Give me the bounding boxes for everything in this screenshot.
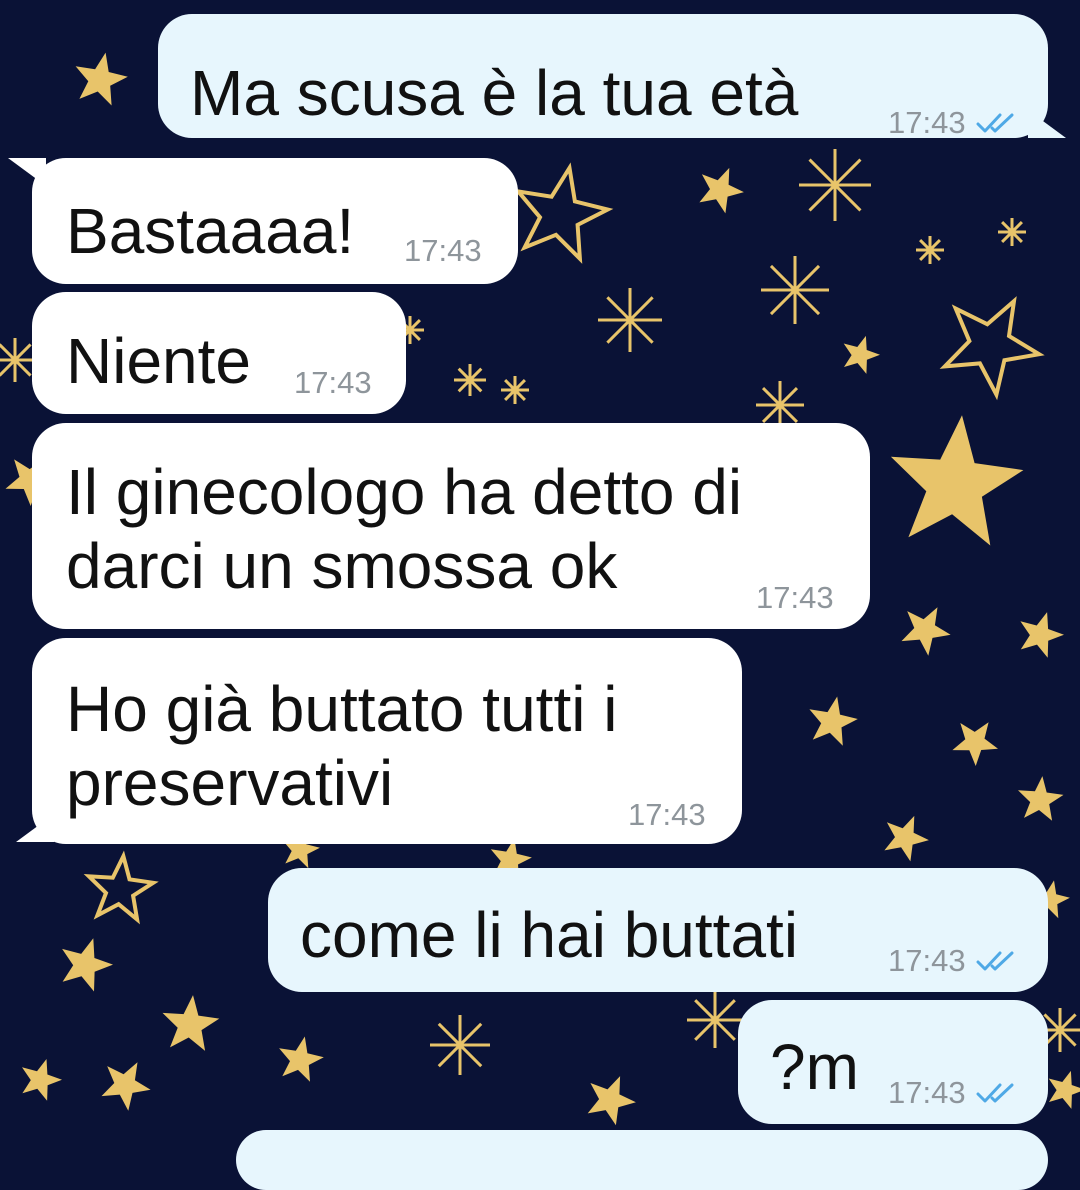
star-icon: [75, 52, 128, 106]
message-time: 17:43: [294, 365, 372, 400]
star-icon: [809, 696, 858, 746]
sparkle-icon: [687, 992, 743, 1048]
sparkle-icon: [761, 256, 829, 324]
read-double-check-icon: [976, 951, 1014, 971]
star-icon: [22, 1059, 62, 1101]
message-time: 17:43: [628, 797, 706, 832]
message-meta: 17:43: [888, 1076, 1022, 1110]
sparkle-icon: [501, 376, 529, 404]
star-icon: [939, 296, 1045, 401]
message-meta: 17:43: [404, 234, 482, 268]
star-icon: [1048, 1070, 1080, 1109]
bubble-tail: [1028, 110, 1066, 138]
message-text: Bastaaaa!: [66, 195, 355, 267]
message-text: come li hai buttati: [300, 899, 799, 971]
message-text: Ma scusa è la tua età: [190, 57, 799, 129]
message-time: 17:43: [888, 943, 966, 978]
star-icon: [513, 162, 614, 264]
partial-message-bubble[interactable]: [236, 1130, 1048, 1190]
star-icon: [587, 1076, 636, 1126]
sparkle-icon: [998, 218, 1026, 246]
message-meta: 17:43: [888, 944, 1022, 978]
star-icon: [1018, 776, 1064, 821]
sparkle-icon: [430, 1015, 490, 1075]
star-icon: [843, 335, 880, 374]
star-icon: [83, 850, 159, 925]
message-text: Niente: [66, 325, 251, 397]
sparkle-icon: [799, 149, 871, 221]
star-icon: [952, 722, 998, 766]
incoming-message-bubble[interactable]: Bastaaaa! 17:43: [8, 158, 518, 284]
star-icon: [890, 415, 1024, 546]
outgoing-message-bubble[interactable]: come li hai buttati 17:43: [268, 868, 1048, 992]
message-time: 17:43: [888, 1075, 966, 1110]
outgoing-message-bubble[interactable]: ?m 17:43: [738, 1000, 1048, 1124]
sparkle-icon: [916, 236, 944, 264]
bubble-tail: [8, 158, 46, 186]
bubble-tail: [16, 814, 54, 842]
message-meta: 17:43: [294, 366, 372, 400]
star-icon: [1020, 612, 1064, 658]
star-icon: [162, 995, 220, 1051]
message-time: 17:43: [888, 105, 966, 140]
message-meta: 17:43: [756, 581, 834, 615]
incoming-message-bubble[interactable]: Ho già buttato tutti i preservativi 17:4…: [16, 638, 742, 844]
star-icon: [101, 1062, 151, 1111]
sparkle-icon: [598, 288, 662, 352]
message-text: ?m: [770, 1031, 859, 1103]
message-meta: 17:43: [888, 106, 1022, 140]
message-time: 17:43: [756, 580, 834, 615]
incoming-message-bubble[interactable]: Niente 17:43: [32, 292, 406, 414]
star-icon: [901, 607, 951, 656]
outgoing-message-bubble[interactable]: Ma scusa è la tua età 17:43: [158, 14, 1066, 140]
message-text: Ho già buttato tutti i preservativi: [66, 673, 618, 819]
star-icon: [279, 1036, 324, 1082]
read-double-check-icon: [976, 1083, 1014, 1103]
message-meta: 17:43: [628, 798, 706, 832]
incoming-message-bubble[interactable]: Il ginecologo ha detto di darci un smoss…: [32, 423, 870, 629]
star-icon: [884, 815, 929, 862]
sparkle-icon: [756, 381, 804, 429]
star-icon: [62, 938, 113, 992]
sparkle-icon: [454, 364, 486, 396]
message-text: Il ginecologo ha detto di darci un smoss…: [66, 456, 743, 602]
star-icon: [699, 167, 744, 214]
read-double-check-icon: [976, 113, 1014, 133]
message-time: 17:43: [404, 233, 482, 268]
